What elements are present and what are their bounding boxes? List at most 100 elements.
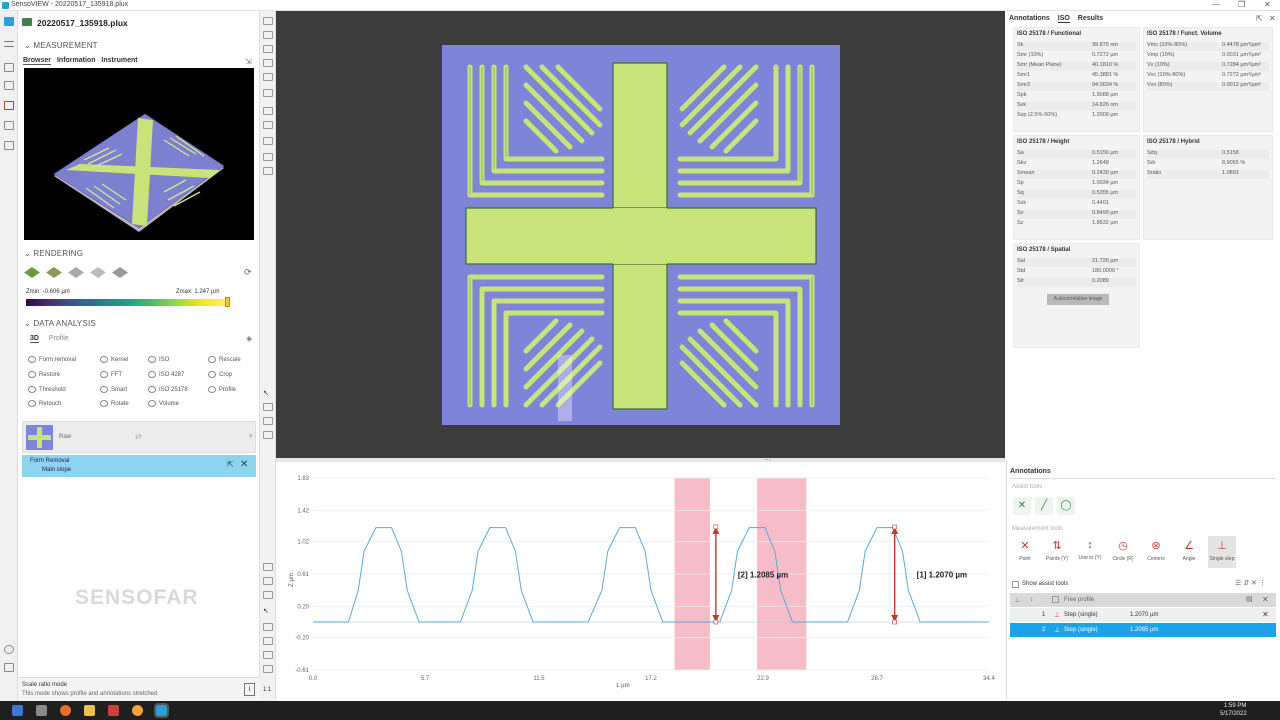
profile-tool-6-icon[interactable] (263, 651, 273, 659)
iso4287-button[interactable]: ISO 4287 (148, 368, 188, 383)
rescale-button[interactable]: Rescale (208, 353, 241, 368)
sensoview-taskbar-icon[interactable] (154, 703, 169, 718)
pipeline-raw-item[interactable]: Raw ⇄ ▾ (22, 421, 256, 453)
render-mode-texture-icon[interactable] (46, 267, 62, 278)
collapse-icon[interactable]: ⊥ (1014, 596, 1020, 604)
crop-button[interactable]: Crop (208, 368, 241, 383)
tab-browser[interactable]: Browser (23, 57, 52, 65)
view-tool-3-icon[interactable] (263, 45, 273, 53)
tool-circle[interactable]: ◷ Circle (R) (1109, 536, 1137, 568)
view-tool-8-icon[interactable] (263, 121, 273, 129)
sort-icon[interactable]: ↕ (1030, 596, 1034, 603)
render-mode-color-icon[interactable] (24, 267, 40, 278)
remove-step-icon[interactable]: ✕ (240, 459, 248, 470)
assist-circle-icon[interactable]: ◯ (1057, 497, 1075, 515)
tool-line-y[interactable]: ↕ Line to (Y) (1076, 536, 1104, 568)
expand-icon[interactable]: ⇲ (245, 57, 252, 66)
zmax-slider-handle[interactable] (225, 297, 230, 307)
retouch-button[interactable]: Retouch (28, 397, 76, 412)
pop-out-icon[interactable]: ⇱ (1256, 14, 1263, 23)
fft-button[interactable]: FFT (100, 368, 129, 383)
profile-tool-5-icon[interactable] (263, 637, 273, 645)
reset-view-icon[interactable]: ⟳ (244, 267, 252, 278)
layers-icon[interactable] (4, 141, 14, 150)
annotation-row-selected[interactable]: 2 ⊥ Step (single) 1.2085 µm (1010, 623, 1276, 637)
header-checkbox[interactable] (1052, 596, 1059, 603)
form-removal-button[interactable]: Form removal (28, 353, 76, 368)
tab-annotations[interactable]: Annotations (1009, 15, 1050, 22)
render-mode-shaded-icon[interactable] (90, 267, 106, 278)
view-tool-10-icon[interactable] (263, 153, 273, 161)
tool-angle[interactable]: ∠ Angle (1175, 536, 1203, 568)
info-icon[interactable]: i (244, 683, 255, 696)
measurement-heading[interactable]: ⌄ MEASUREMENT (24, 41, 98, 50)
maximize-button[interactable]: ❐ (1238, 0, 1245, 9)
profile-tool-3-icon[interactable] (263, 591, 273, 599)
iso-button[interactable]: ISO (148, 353, 188, 368)
raw-handle-icon[interactable]: ⇄ (135, 432, 142, 441)
zoom-tool-icon[interactable] (263, 417, 273, 425)
view-tool-6-icon[interactable] (263, 89, 273, 97)
rendering-heading[interactable]: ⌄ RENDERING (24, 249, 83, 258)
explorer-icon[interactable] (84, 705, 95, 716)
assist-cross-icon[interactable]: ✕ (1013, 497, 1031, 515)
pointer-tool-icon[interactable]: ↖ (263, 389, 273, 397)
tab-instrument[interactable]: Instrument (101, 57, 137, 64)
annotation-row[interactable]: 1 ⊥ Step (single) 1.2070 µm ✕ (1010, 608, 1276, 622)
view-tool-1-icon[interactable] (263, 17, 273, 25)
show-assist-checkbox[interactable] (1012, 581, 1019, 588)
tab-profile[interactable]: Profile (49, 335, 69, 342)
profile-button[interactable]: Profile (208, 383, 241, 398)
profile-tool-2-icon[interactable] (263, 577, 273, 585)
taskbar-app-5-icon[interactable] (132, 705, 143, 716)
firefox-icon[interactable] (60, 705, 71, 716)
view-tool-5-icon[interactable] (263, 73, 273, 81)
view-tool-9-icon[interactable] (263, 137, 273, 145)
taskbar-app-1-icon[interactable] (36, 705, 47, 716)
select-tool-icon[interactable] (263, 431, 273, 439)
close-button[interactable]: ✕ (1264, 0, 1271, 9)
threshold-button[interactable]: Threshold (28, 383, 76, 398)
profile-pointer-icon[interactable]: ↖ (263, 607, 273, 615)
profile-tool-4-icon[interactable] (263, 623, 273, 631)
render-mode-wire-icon[interactable] (112, 267, 128, 278)
profile-chart[interactable]: Z µm L µm 1.83 1.42 1.02 0.61 0.20 -0.20 -0.61… (276, 462, 1005, 700)
export-icon[interactable] (4, 121, 14, 130)
scale-ratio-button[interactable]: 1:1 (263, 687, 271, 693)
view-tool-2-icon[interactable] (263, 31, 273, 39)
pdf-icon[interactable] (4, 101, 14, 110)
kernel-button[interactable]: Kernel (100, 353, 129, 368)
sample-image[interactable] (442, 45, 840, 425)
start-icon[interactable] (12, 705, 23, 716)
iso25178-button[interactable]: ISO 25178 (148, 383, 188, 398)
profile-tool-1-icon[interactable] (263, 563, 273, 571)
pan-tool-icon[interactable] (263, 403, 273, 411)
panel-close-icon[interactable]: ✕ (1269, 14, 1276, 23)
delete-row-icon[interactable]: ✕ (1262, 610, 1269, 619)
minimize-button[interactable]: — (1212, 0, 1220, 9)
view-tool-11-icon[interactable] (263, 167, 273, 175)
restore-button[interactable]: Restore (28, 368, 76, 383)
autocorrelation-button[interactable]: Autocorrelation image (1047, 294, 1109, 305)
pipeline-form-removal-item[interactable]: Form Removal Main slope ⇱ ✕ (22, 455, 256, 477)
home-icon[interactable] (4, 17, 14, 26)
header-table-icon[interactable]: ▤ (1246, 595, 1253, 603)
tab-3d[interactable]: 3D (30, 335, 39, 343)
tool-points-y[interactable]: ⇅ Points (Y) (1043, 536, 1071, 568)
view-tool-4-icon[interactable] (263, 59, 273, 67)
tool-point[interactable]: ✕ Point (1011, 536, 1039, 568)
layers-toggle-icon[interactable]: ◈ (246, 334, 252, 343)
tool-single-step[interactable]: ⊥ Single step (1208, 536, 1236, 568)
tab-iso[interactable]: ISO (1057, 15, 1070, 23)
smart-button[interactable]: Smart (100, 383, 129, 398)
assist-line-icon[interactable]: ╱ (1035, 497, 1053, 515)
header-close-icon[interactable]: ✕ (1262, 595, 1269, 604)
open-external-icon[interactable]: ⇱ (227, 460, 234, 469)
profile-tool-7-icon[interactable] (263, 665, 273, 673)
view-tool-7-icon[interactable] (263, 107, 273, 115)
3d-viewer[interactable] (24, 68, 254, 240)
list-actions-icon[interactable]: ☰ ⇵ ✕ ⋮ (1235, 579, 1266, 587)
raw-collapse-icon[interactable]: ▾ (249, 432, 253, 440)
rotate-button[interactable]: Rotate (100, 397, 129, 412)
render-mode-gray-icon[interactable] (68, 267, 84, 278)
